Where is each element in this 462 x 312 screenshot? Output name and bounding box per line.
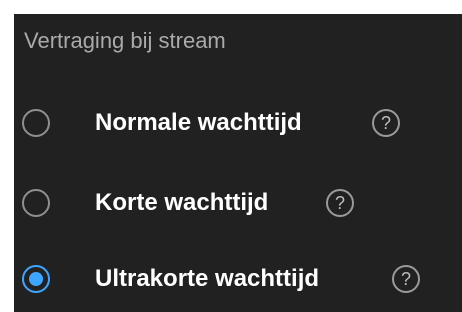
radio-unchecked-icon[interactable] bbox=[22, 189, 50, 217]
option-label: Ultrakorte wachttijd bbox=[95, 265, 320, 292]
latency-panel: Vertraging bij stream Normale wachttijd … bbox=[14, 14, 462, 312]
help-icon[interactable]: ? bbox=[326, 189, 354, 217]
help-icon[interactable]: ? bbox=[372, 109, 400, 137]
section-title: Vertraging bij stream bbox=[24, 28, 226, 53]
help-icon[interactable]: ? bbox=[392, 265, 420, 293]
radio-checked-icon[interactable] bbox=[22, 265, 50, 293]
option-label: Normale wachttijd bbox=[95, 109, 302, 136]
radio-unchecked-icon[interactable] bbox=[22, 109, 50, 137]
radio-dot bbox=[29, 272, 43, 286]
option-label: Korte wachttijd bbox=[95, 189, 269, 216]
